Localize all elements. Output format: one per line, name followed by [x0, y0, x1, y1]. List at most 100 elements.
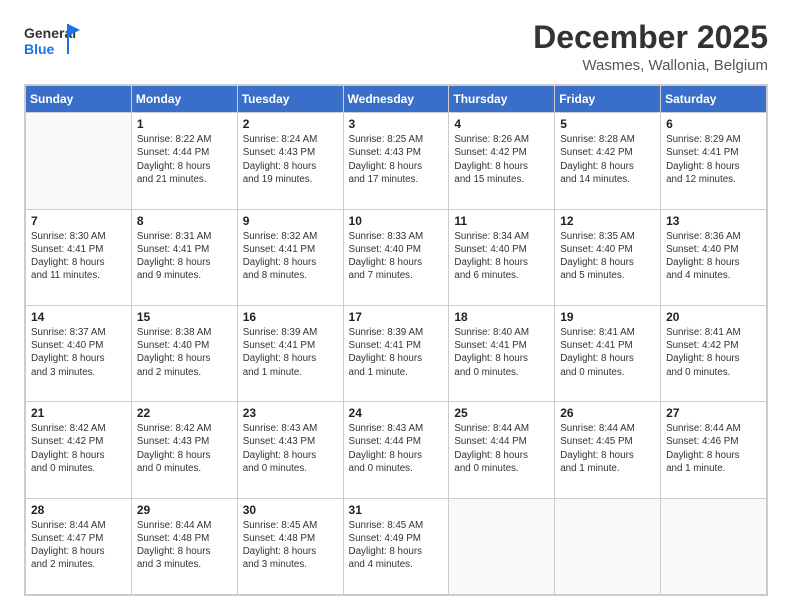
- day-info: Sunrise: 8:29 AMSunset: 4:41 PMDaylight:…: [666, 133, 761, 186]
- calendar-cell: [661, 498, 767, 594]
- page: General Blue December 2025 Wasmes, Wallo…: [0, 0, 792, 612]
- day-info: Sunrise: 8:22 AMSunset: 4:44 PMDaylight:…: [137, 133, 232, 186]
- calendar-header: Sunday Monday Tuesday Wednesday Thursday…: [26, 86, 767, 113]
- calendar-cell: 1 Sunrise: 8:22 AMSunset: 4:44 PMDaylight…: [131, 113, 237, 209]
- calendar-week-3: 21Sunrise: 8:42 AMSunset: 4:42 PMDayligh…: [26, 402, 767, 498]
- day-info: Sunrise: 8:35 AMSunset: 4:40 PMDaylight:…: [560, 230, 655, 283]
- day-number: 27: [666, 406, 761, 420]
- header: General Blue December 2025 Wasmes, Wallo…: [24, 20, 768, 74]
- calendar-cell: 10 Sunrise: 8:33 AMSunset: 4:40 PMDayligh…: [343, 209, 449, 305]
- day-number: 10: [349, 214, 444, 228]
- calendar-cell: 14 Sunrise: 8:37 AMSunset: 4:40 PMDayligh…: [26, 305, 132, 401]
- calendar-cell: 22 Sunrise: 8:42 AMSunset: 4:43 PMDayligh…: [131, 402, 237, 498]
- calendar-cell: 25Sunrise: 8:44 AMSunset: 4:44 PMDayligh…: [449, 402, 555, 498]
- calendar-week-4: 28Sunrise: 8:44 AMSunset: 4:47 PMDayligh…: [26, 498, 767, 594]
- calendar-cell: 29Sunrise: 8:44 AMSunset: 4:48 PMDayligh…: [131, 498, 237, 594]
- calendar-cell: 3 Sunrise: 8:25 AMSunset: 4:43 PMDaylight…: [343, 113, 449, 209]
- calendar-cell: 4 Sunrise: 8:26 AMSunset: 4:42 PMDaylight…: [449, 113, 555, 209]
- day-info: Sunrise: 8:42 AMSunset: 4:43 PMDaylight:…: [137, 422, 232, 475]
- col-tuesday: Tuesday: [237, 86, 343, 113]
- day-info: Sunrise: 8:40 AMSunset: 4:41 PMDaylight:…: [454, 326, 549, 379]
- calendar-cell: 20Sunrise: 8:41 AMSunset: 4:42 PMDayligh…: [661, 305, 767, 401]
- col-thursday: Thursday: [449, 86, 555, 113]
- calendar: Sunday Monday Tuesday Wednesday Thursday…: [24, 84, 768, 596]
- day-info: Sunrise: 8:28 AMSunset: 4:42 PMDaylight:…: [560, 133, 655, 186]
- day-number: 12: [560, 214, 655, 228]
- logo-icon: General Blue: [24, 20, 80, 64]
- day-number: 14: [31, 310, 126, 324]
- calendar-cell: 27 Sunrise: 8:44 AMSunset: 4:46 PMDayligh…: [661, 402, 767, 498]
- calendar-cell: 7 Sunrise: 8:30 AMSunset: 4:41 PMDaylight…: [26, 209, 132, 305]
- day-number: 2: [243, 117, 338, 131]
- day-info: Sunrise: 8:41 AMSunset: 4:41 PMDaylight:…: [560, 326, 655, 379]
- calendar-cell: 18 Sunrise: 8:40 AMSunset: 4:41 PMDayligh…: [449, 305, 555, 401]
- calendar-cell: 12 Sunrise: 8:35 AMSunset: 4:40 PMDayligh…: [555, 209, 661, 305]
- calendar-cell: 24 Sunrise: 8:43 AMSunset: 4:44 PMDayligh…: [343, 402, 449, 498]
- day-info: Sunrise: 8:43 AMSunset: 4:44 PMDaylight:…: [349, 422, 444, 475]
- calendar-week-1: 7 Sunrise: 8:30 AMSunset: 4:41 PMDaylight…: [26, 209, 767, 305]
- calendar-week-0: 1 Sunrise: 8:22 AMSunset: 4:44 PMDaylight…: [26, 113, 767, 209]
- day-info: Sunrise: 8:32 AMSunset: 4:41 PMDaylight:…: [243, 230, 338, 283]
- logo: General Blue: [24, 20, 80, 64]
- day-info: Sunrise: 8:25 AMSunset: 4:43 PMDaylight:…: [349, 133, 444, 186]
- calendar-week-2: 14 Sunrise: 8:37 AMSunset: 4:40 PMDayligh…: [26, 305, 767, 401]
- day-info: Sunrise: 8:39 AMSunset: 4:41 PMDaylight:…: [243, 326, 338, 379]
- day-number: 11: [454, 214, 549, 228]
- day-number: 21: [31, 406, 126, 420]
- day-number: 5: [560, 117, 655, 131]
- day-number: 31: [349, 503, 444, 517]
- day-number: 18: [454, 310, 549, 324]
- day-info: Sunrise: 8:44 AMSunset: 4:47 PMDaylight:…: [31, 519, 126, 572]
- day-info: Sunrise: 8:30 AMSunset: 4:41 PMDaylight:…: [31, 230, 126, 283]
- day-info: Sunrise: 8:24 AMSunset: 4:43 PMDaylight:…: [243, 133, 338, 186]
- day-info: Sunrise: 8:44 AMSunset: 4:44 PMDaylight:…: [454, 422, 549, 475]
- day-info: Sunrise: 8:45 AMSunset: 4:49 PMDaylight:…: [349, 519, 444, 572]
- day-info: Sunrise: 8:34 AMSunset: 4:40 PMDaylight:…: [454, 230, 549, 283]
- calendar-cell: 23 Sunrise: 8:43 AMSunset: 4:43 PMDayligh…: [237, 402, 343, 498]
- day-number: 13: [666, 214, 761, 228]
- day-info: Sunrise: 8:26 AMSunset: 4:42 PMDaylight:…: [454, 133, 549, 186]
- calendar-cell: [26, 113, 132, 209]
- calendar-cell: 26Sunrise: 8:44 AMSunset: 4:45 PMDayligh…: [555, 402, 661, 498]
- calendar-cell: 21Sunrise: 8:42 AMSunset: 4:42 PMDayligh…: [26, 402, 132, 498]
- calendar-cell: 8 Sunrise: 8:31 AMSunset: 4:41 PMDaylight…: [131, 209, 237, 305]
- day-number: 6: [666, 117, 761, 131]
- calendar-cell: 17Sunrise: 8:39 AMSunset: 4:41 PMDayligh…: [343, 305, 449, 401]
- calendar-cell: 19Sunrise: 8:41 AMSunset: 4:41 PMDayligh…: [555, 305, 661, 401]
- calendar-cell: 31 Sunrise: 8:45 AMSunset: 4:49 PMDayligh…: [343, 498, 449, 594]
- calendar-cell: [555, 498, 661, 594]
- day-number: 30: [243, 503, 338, 517]
- col-wednesday: Wednesday: [343, 86, 449, 113]
- day-number: 24: [349, 406, 444, 420]
- calendar-table: Sunday Monday Tuesday Wednesday Thursday…: [25, 85, 767, 595]
- day-number: 4: [454, 117, 549, 131]
- calendar-body: 1 Sunrise: 8:22 AMSunset: 4:44 PMDaylight…: [26, 113, 767, 595]
- day-number: 1: [137, 117, 232, 131]
- header-row: Sunday Monday Tuesday Wednesday Thursday…: [26, 86, 767, 113]
- calendar-cell: [449, 498, 555, 594]
- day-info: Sunrise: 8:33 AMSunset: 4:40 PMDaylight:…: [349, 230, 444, 283]
- day-number: 9: [243, 214, 338, 228]
- day-number: 7: [31, 214, 126, 228]
- day-number: 20: [666, 310, 761, 324]
- day-number: 16: [243, 310, 338, 324]
- day-info: Sunrise: 8:36 AMSunset: 4:40 PMDaylight:…: [666, 230, 761, 283]
- calendar-cell: 6 Sunrise: 8:29 AMSunset: 4:41 PMDaylight…: [661, 113, 767, 209]
- col-saturday: Saturday: [661, 86, 767, 113]
- day-number: 23: [243, 406, 338, 420]
- day-number: 3: [349, 117, 444, 131]
- svg-text:Blue: Blue: [24, 41, 55, 57]
- col-friday: Friday: [555, 86, 661, 113]
- day-number: 8: [137, 214, 232, 228]
- calendar-cell: 30Sunrise: 8:45 AMSunset: 4:48 PMDayligh…: [237, 498, 343, 594]
- day-info: Sunrise: 8:37 AMSunset: 4:40 PMDaylight:…: [31, 326, 126, 379]
- day-info: Sunrise: 8:31 AMSunset: 4:41 PMDaylight:…: [137, 230, 232, 283]
- day-info: Sunrise: 8:43 AMSunset: 4:43 PMDaylight:…: [243, 422, 338, 475]
- day-number: 22: [137, 406, 232, 420]
- title-block: December 2025 Wasmes, Wallonia, Belgium: [533, 20, 768, 74]
- day-info: Sunrise: 8:44 AMSunset: 4:46 PMDaylight:…: [666, 422, 761, 475]
- calendar-cell: 15Sunrise: 8:38 AMSunset: 4:40 PMDayligh…: [131, 305, 237, 401]
- calendar-cell: 9 Sunrise: 8:32 AMSunset: 4:41 PMDaylight…: [237, 209, 343, 305]
- main-title: December 2025: [533, 20, 768, 55]
- calendar-cell: 13 Sunrise: 8:36 AMSunset: 4:40 PMDayligh…: [661, 209, 767, 305]
